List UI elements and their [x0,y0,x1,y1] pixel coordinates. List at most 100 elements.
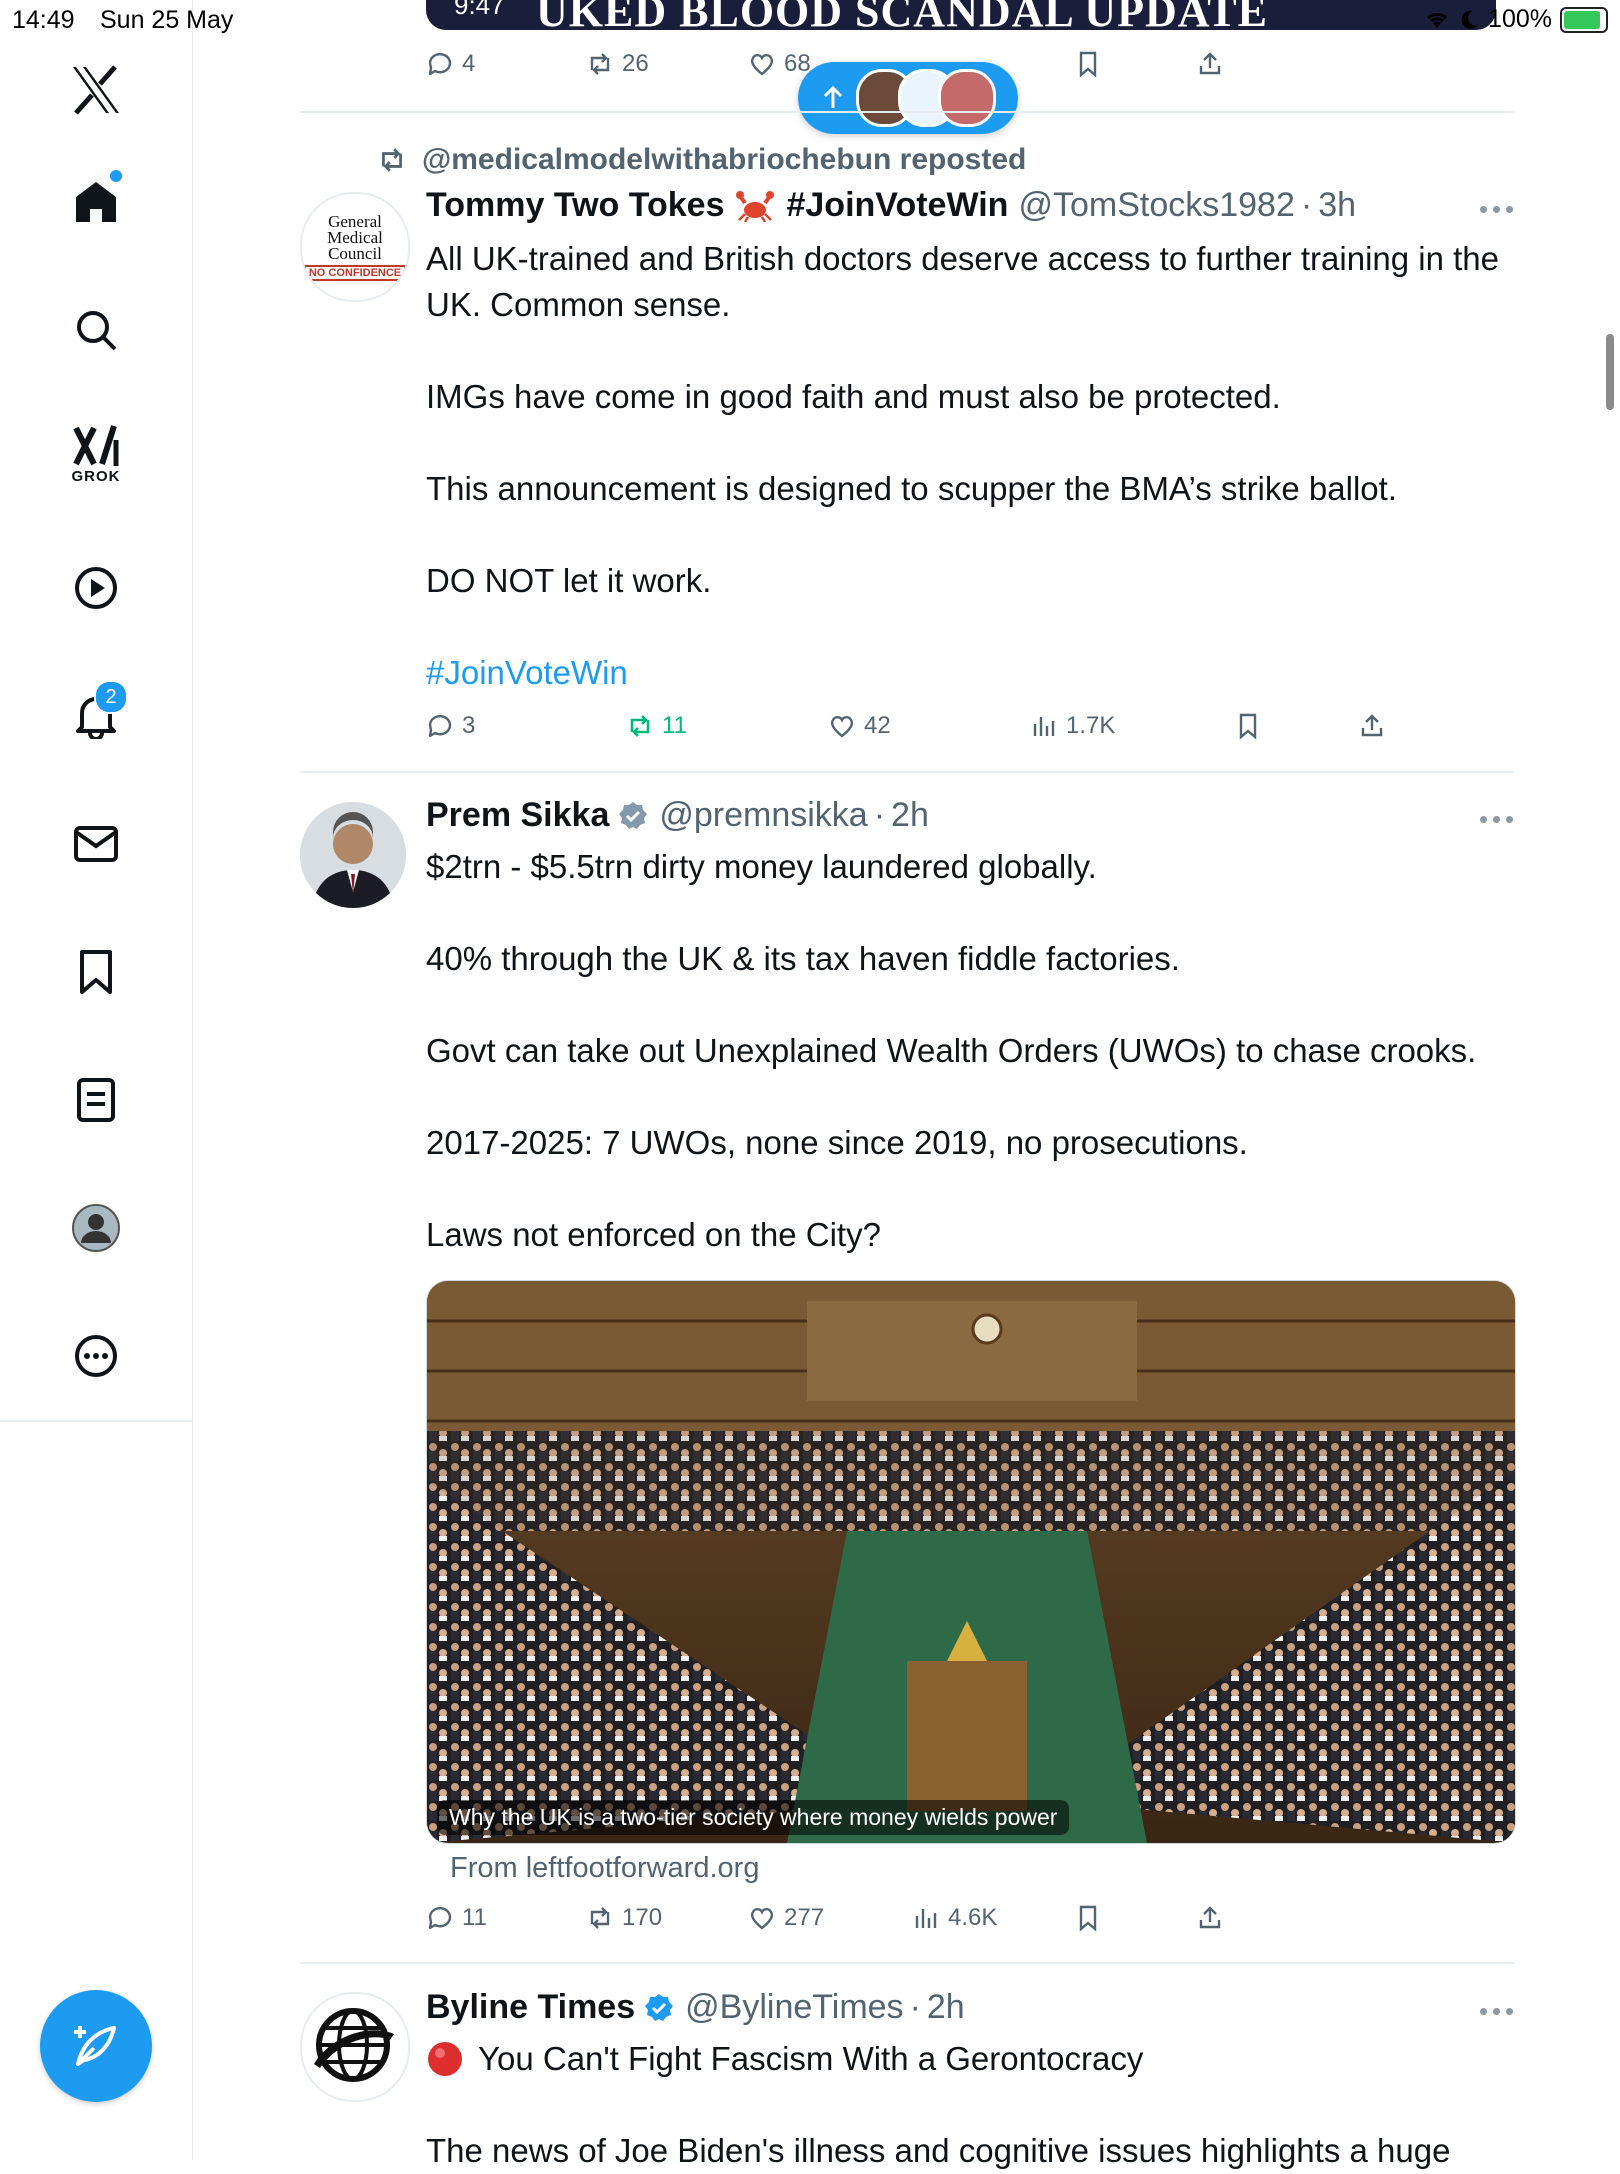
more-options-button[interactable] [1480,2005,1520,2017]
home-new-dot [110,170,122,182]
tweet-actions: 3 11 42 1.7K [426,712,1514,752]
notifications-badge: 2 [94,680,128,714]
like-count: 42 [864,712,891,739]
link-card-image[interactable]: Why the UK is a two-tier society where m… [426,1280,1516,1844]
nav-more[interactable] [56,1316,136,1396]
tweet-divider [300,111,1514,113]
share-button[interactable] [1358,712,1386,740]
sidebar-divider [0,1420,192,1422]
reply-icon [428,715,452,738]
nav-profile[interactable] [56,1188,136,1268]
nav-lists[interactable] [56,1060,136,1140]
tweet-time[interactable]: 3h [1318,186,1356,225]
card-source[interactable]: From leftfootforward.org [450,1852,759,1885]
like-button[interactable]: 277 [748,1904,824,1932]
tweet-headline-row: You Can't Fight Fascism With a Gerontocr… [426,2036,1516,2082]
x-logo-icon[interactable] [56,50,136,130]
status-time: 14:49 [12,6,75,34]
like-button[interactable]: 42 [828,712,891,740]
author-name[interactable]: Byline Times [426,1988,635,2027]
hashtag-link[interactable]: #JoinVoteWin [426,650,1506,696]
tweet-paragraph: IMGs have come in good faith and must al… [426,378,1281,415]
tweet-time[interactable]: 2h [927,1988,965,2027]
reply-count: 4 [462,50,476,77]
tweet-body: $2trn - $5.5trn dirty money laundered gl… [426,844,1516,1258]
nav-home[interactable] [56,162,136,242]
tweet-time[interactable]: 2h [891,796,929,835]
author-name[interactable]: Tommy Two Tokes [426,186,724,225]
like-count: 277 [784,1904,825,1931]
reply-icon [428,53,452,76]
nav-video[interactable] [56,548,136,628]
nav-bookmarks[interactable] [56,932,136,1012]
separator-dot: · [1300,186,1313,224]
share-icon [1199,52,1221,75]
repost-button[interactable]: 11 [626,712,687,740]
reply-count: 3 [462,712,476,739]
list-icon [77,1078,115,1122]
nav-notifications[interactable]: 2 [56,676,136,756]
compose-icon [74,2026,116,2066]
bookmark-button[interactable] [1234,712,1262,740]
tweet-paragraph: The news of Joe Biden's illness and cogn… [426,2132,1451,2169]
avatar-text: Council [328,243,382,263]
moon-icon [1461,10,1479,29]
profile-icon [72,1204,120,1252]
tweet-paragraph: 2017-2025: 7 UWOs, none since 2019, no p… [426,1124,1248,1161]
author-handle[interactable]: @premnsikka [659,796,867,835]
views-icon [915,1909,937,1928]
like-button[interactable]: 68 [748,50,811,78]
repost-icon [590,53,610,75]
nav-messages[interactable] [56,804,136,884]
avatar[interactable] [300,802,406,908]
tweet-header: Byline Times @BylineTimes · 2h [426,1988,965,2027]
like-icon [750,1908,774,1930]
like-icon [750,54,774,76]
new-posts-pill[interactable] [798,62,1018,134]
search-icon [77,311,117,351]
views-button[interactable]: 4.6K [912,1904,997,1932]
grok-label: GROK [71,467,121,485]
nav-grok[interactable]: GROK [56,414,136,494]
bookmark-icon [80,950,112,994]
repost-button[interactable]: 170 [586,1904,662,1932]
verified-icon [619,801,648,829]
author-handle[interactable]: @BylineTimes [685,1988,903,2027]
tweet-paragraph: 40% through the UK & its tax haven fiddl… [426,940,1180,977]
reply-button[interactable]: 4 [426,50,475,78]
repost-icon [630,715,650,737]
bookmark-button[interactable] [1074,1904,1102,1932]
separator-dot: · [873,796,886,834]
scrollbar[interactable] [1606,334,1614,410]
avatar[interactable] [300,1992,410,2102]
more-options-button[interactable] [1480,203,1520,215]
views-count: 4.6K [948,1904,998,1931]
video-icon [75,567,117,609]
author-handle[interactable]: @TomStocks1982 [1018,186,1294,225]
more-options-button[interactable] [1480,813,1520,825]
share-button[interactable] [1196,50,1224,78]
share-button[interactable] [1196,1904,1224,1932]
reply-button[interactable]: 11 [426,1904,487,1932]
separator-dot: · [909,1988,921,2026]
bookmark-button[interactable] [1074,50,1102,78]
views-button[interactable]: 1.7K [1030,712,1115,740]
author-name[interactable]: Prem Sikka [426,796,609,835]
share-icon [1199,1906,1221,1929]
reply-button[interactable]: 3 [426,712,475,740]
nav-search[interactable] [56,290,136,370]
tweet-paragraph: $2trn - $5.5trn dirty money laundered gl… [426,848,1097,885]
repost-context[interactable]: @medicalmodelwithabriochebun reposted [376,143,1026,177]
like-icon [830,716,854,738]
views-count: 1.7K [1066,712,1116,739]
repost-count: 26 [622,50,649,77]
compose-button[interactable] [40,1990,152,2102]
tweet-paragraph: Laws not enforced on the City? [426,1216,881,1253]
repost-button[interactable]: 26 [586,50,649,78]
wifi-icon [1427,12,1448,28]
author-name-suffix[interactable]: #JoinVoteWin [786,186,1008,225]
bookmark-icon [1239,713,1257,740]
tweet-divider [300,1962,1514,1964]
avatar[interactable]: General Medical Council NO CONFIDENCE [300,192,410,302]
sidebar: GROK 2 [0,0,193,2160]
